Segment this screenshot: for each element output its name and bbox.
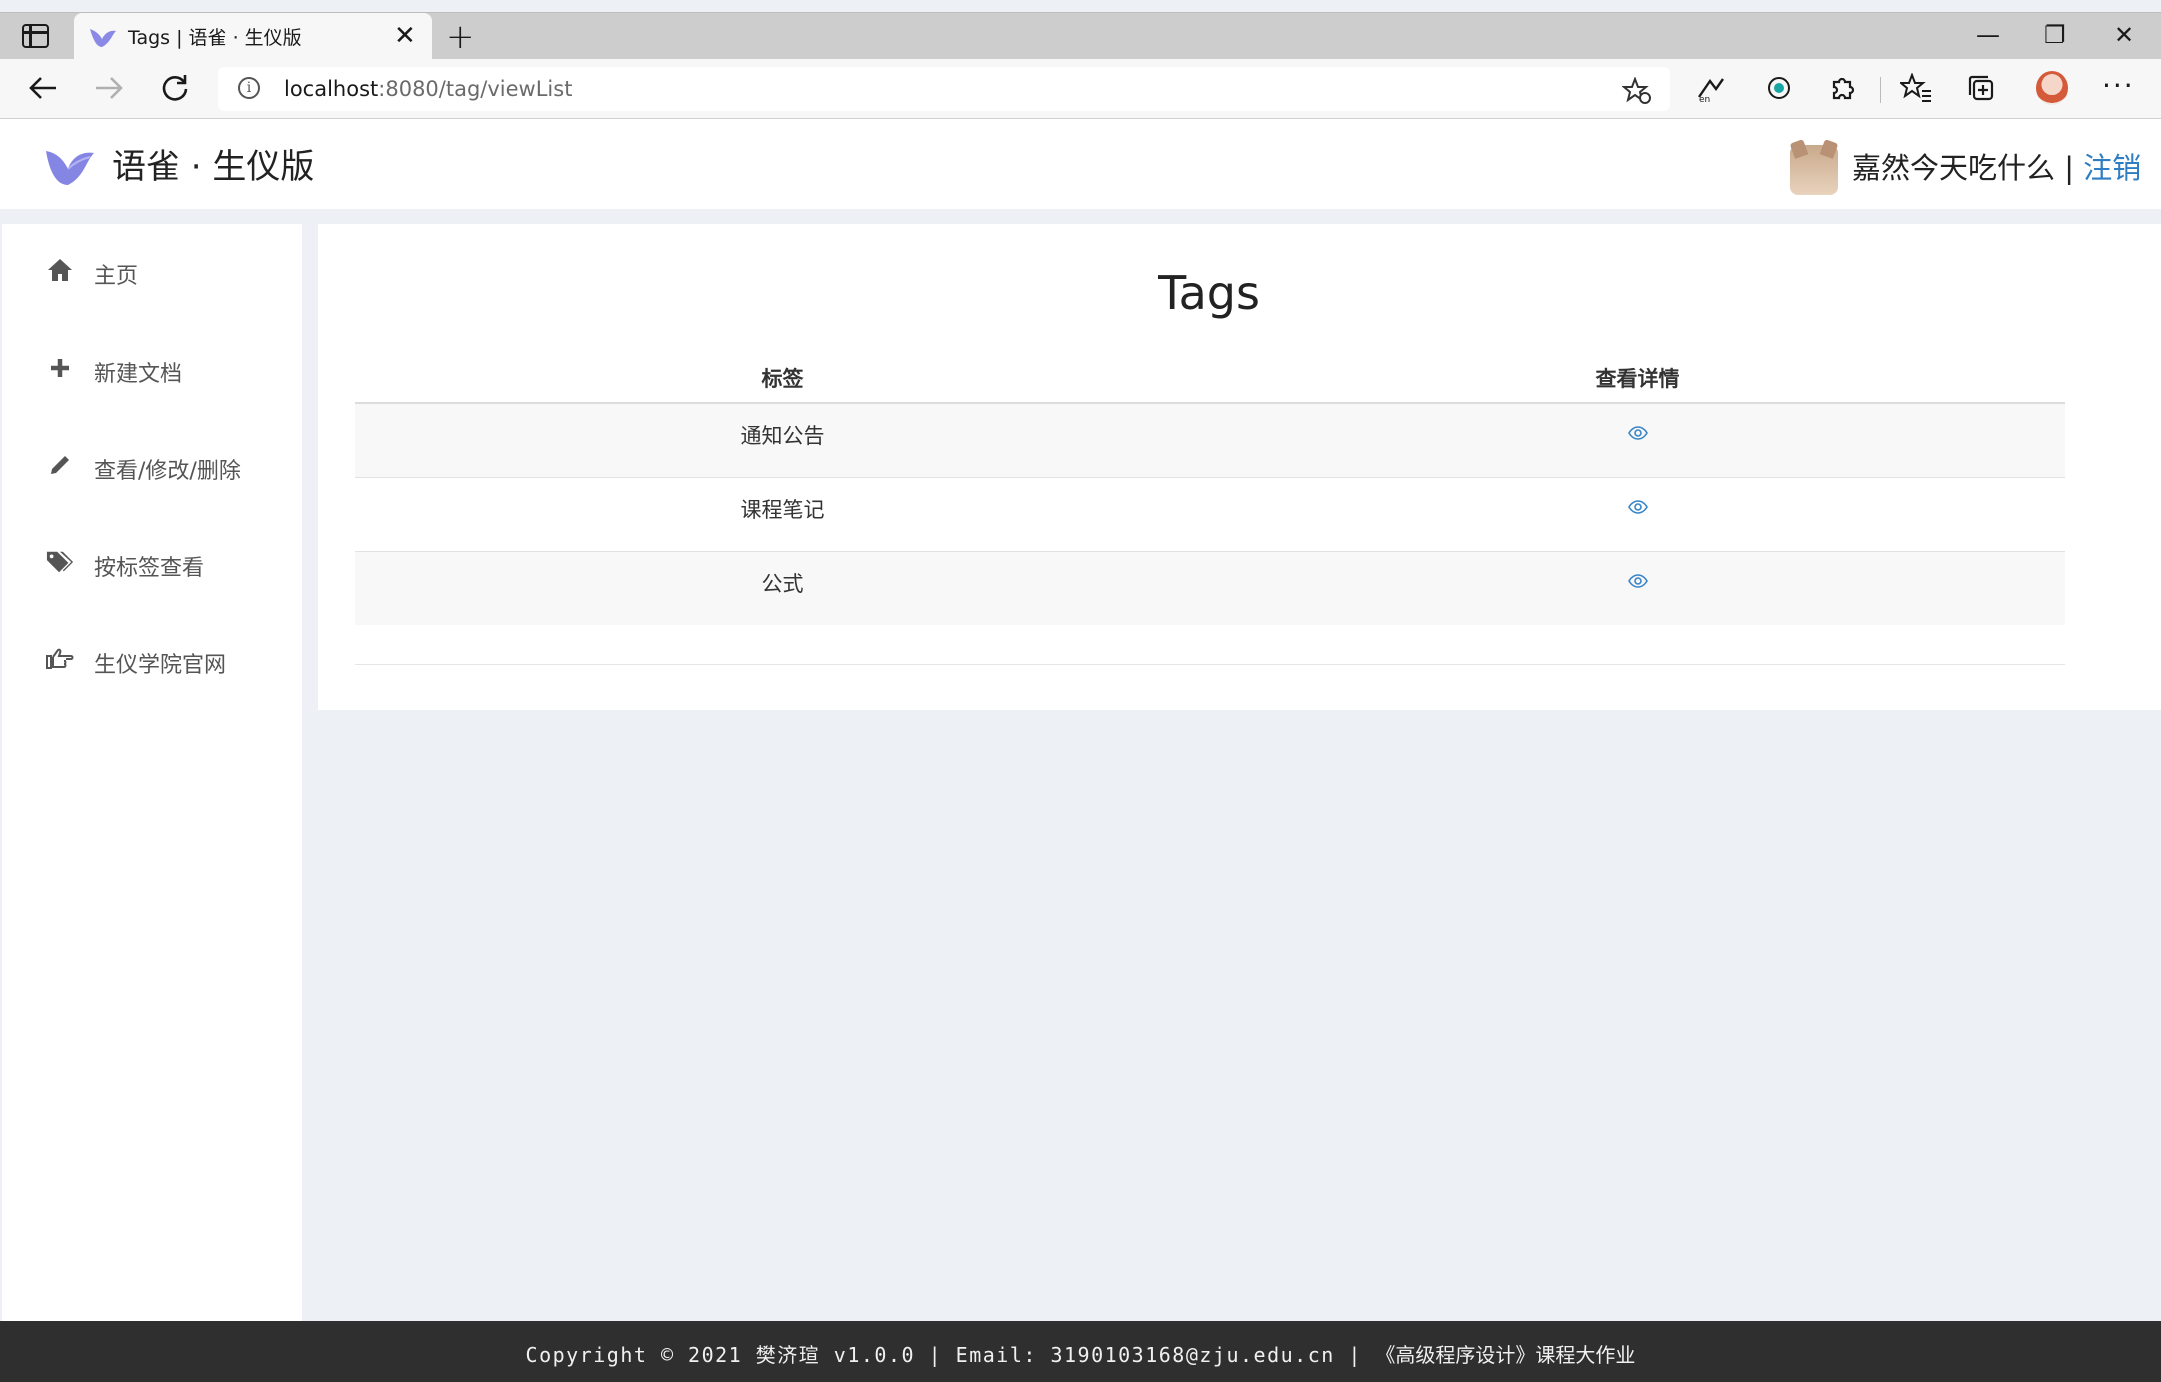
view-details-cell (1210, 403, 2065, 477)
page-title: Tags (1158, 266, 1260, 320)
table-row: 通知公告 (355, 403, 2065, 477)
translate-extension-icon[interactable]: en (1696, 73, 1726, 103)
back-arrow-icon[interactable] (28, 75, 58, 101)
avatar-ear-left (1789, 139, 1809, 159)
reload-icon[interactable] (160, 73, 190, 103)
eye-icon[interactable] (1627, 573, 1648, 588)
yuque-bird-logo-icon[interactable] (44, 143, 96, 189)
yuque-bird-favicon-icon (90, 29, 116, 47)
toolbar-divider (1880, 77, 1881, 103)
main-panel: Tags 标签 查看详情 通知公告 课程笔记 公式 (318, 224, 2161, 710)
home-icon (46, 256, 74, 284)
tab-title: Tags | 语雀 · 生仪版 (128, 27, 302, 49)
restore-icon[interactable]: ❐ (2044, 21, 2066, 49)
sidebar-item-new-document[interactable]: 新建文档 (46, 354, 296, 394)
url-path: :8080/tag/viewList (378, 77, 573, 101)
collections-icon[interactable] (1966, 73, 1996, 103)
minimize-icon[interactable]: — (1976, 21, 2000, 49)
svg-text:en: en (1699, 95, 1710, 103)
logout-link[interactable]: 注销 (2083, 151, 2141, 185)
view-details-cell (1210, 550, 2065, 625)
extensions-puzzle-icon[interactable] (1828, 73, 1858, 103)
add-favorite-icon[interactable] (1622, 77, 1652, 105)
view-details-cell (1210, 476, 2065, 551)
url-text[interactable]: localhost:8080/tag/viewList (284, 77, 572, 101)
sidebar-item-manage[interactable]: 查看/修改/删除 (46, 451, 296, 491)
sidebar-item-college-site[interactable]: 生仪学院官网 (46, 645, 296, 685)
favorites-icon[interactable] (1900, 73, 1932, 103)
browser-toolbar: i localhost:8080/tag/viewList en ··· (0, 59, 2161, 119)
tag-name: 公式 (355, 550, 1210, 625)
address-bar[interactable]: i localhost:8080/tag/viewList (218, 67, 1670, 111)
username: 嘉然今天吃什么 (1852, 151, 2056, 185)
eye-icon[interactable] (1627, 499, 1648, 514)
hand-point-icon (46, 645, 74, 673)
tab-close-icon[interactable]: ✕ (394, 23, 416, 49)
sidebar-item-label: 按标签查看 (94, 556, 205, 581)
tags-icon (46, 548, 74, 576)
sidebar-item-label: 查看/修改/删除 (94, 459, 241, 484)
table-row: 课程笔记 (355, 476, 2065, 551)
footer: Copyright © 2021 樊济瑄 v1.0.0 | Email: 319… (0, 1321, 2161, 1382)
table-bottom-divider (355, 664, 2065, 665)
table-header-row: 标签 查看详情 (355, 354, 2065, 404)
footer-course: 《高级程序设计》课程大作业 (1375, 1343, 1636, 1367)
window-close-icon[interactable]: ✕ (2114, 21, 2134, 49)
tags-table: 标签 查看详情 通知公告 课程笔记 公式 (355, 354, 2065, 625)
brand-name[interactable]: 语雀 · 生仪版 (112, 139, 314, 188)
settings-more-icon[interactable]: ··· (2102, 69, 2135, 103)
table-row: 公式 (355, 550, 2065, 625)
tag-name: 课程笔记 (355, 476, 1210, 551)
tag-name: 通知公告 (355, 403, 1210, 477)
url-host: localhost (284, 77, 379, 101)
avatar-ear-right (1819, 139, 1839, 159)
forward-arrow-icon[interactable] (94, 75, 124, 101)
sidebar-item-by-tag[interactable]: 按标签查看 (46, 548, 296, 588)
footer-copyright: Copyright © 2021 樊济瑄 v1.0.0 | Email: 319… (525, 1343, 1376, 1367)
plus-icon (46, 354, 74, 382)
header-separator: | (2055, 151, 2084, 185)
tab-actions-icon[interactable] (22, 24, 49, 48)
site-info-icon[interactable]: i (238, 77, 260, 99)
browser-tabstrip: Tags | 语雀 · 生仪版 ✕ + — ❐ ✕ (0, 12, 2161, 60)
column-header-tag: 标签 (355, 354, 1210, 404)
user-avatar[interactable] (1789, 139, 1839, 195)
footer-text: Copyright © 2021 樊济瑄 v1.0.0 | Email: 319… (0, 1339, 2161, 1368)
sidebar-item-label: 生仪学院官网 (94, 653, 227, 678)
sidebar-item-home[interactable]: 主页 (46, 256, 296, 296)
user-area: 嘉然今天吃什么 | 注销 (1852, 145, 2141, 187)
browser-tab-active[interactable]: Tags | 语雀 · 生仪版 ✕ (74, 13, 432, 60)
eye-icon[interactable] (1627, 426, 1648, 440)
record-extension-icon[interactable] (1766, 75, 1792, 101)
pencil-icon (46, 451, 74, 479)
column-header-details: 查看详情 (1210, 354, 2065, 404)
site-header: 语雀 · 生仪版 嘉然今天吃什么 | 注销 (0, 119, 2161, 209)
new-tab-icon[interactable]: + (446, 17, 475, 57)
sidebar: 主页 新建文档 查看/修改/删除 按标签查看 生仪学院官网 (2, 224, 302, 1321)
sidebar-item-label: 新建文档 (94, 362, 183, 387)
profile-avatar-icon[interactable] (2036, 71, 2068, 105)
sidebar-item-label: 主页 (94, 264, 139, 289)
